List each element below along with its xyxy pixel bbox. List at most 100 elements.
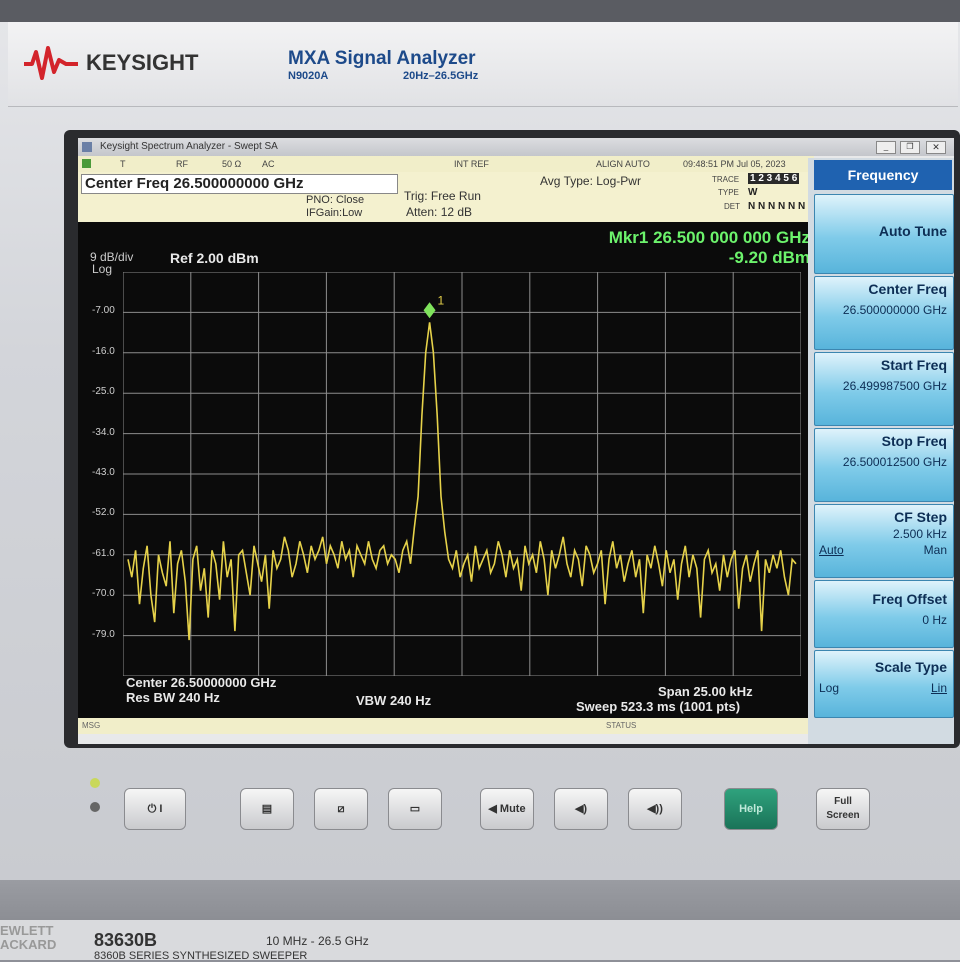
model-number: N9020A <box>288 70 329 82</box>
scale-type-log: Log <box>819 681 840 695</box>
marker-1-label: 1 <box>438 293 445 307</box>
ifgain-setting: IFGain:Low <box>306 207 363 219</box>
y-tick-label: -61.0 <box>92 547 115 559</box>
footer-center: Center 26.50000000 GHz <box>126 675 277 690</box>
scale-log: Log <box>92 262 113 276</box>
cf-step-man: Man <box>923 543 947 557</box>
minimize-button[interactable]: _ <box>876 141 896 154</box>
window-title: Keysight Spectrum Analyzer - Swept SA <box>100 141 278 152</box>
full-screen-button[interactable]: Full Screen <box>816 788 870 830</box>
y-tick-label: -7.00 <box>92 305 115 317</box>
marker-level: -9.20 dBm <box>728 248 810 267</box>
window-split-button[interactable]: ▤ <box>240 788 294 830</box>
det-label: DET <box>724 202 740 211</box>
detector-type: N N N N N N <box>748 201 806 212</box>
center-freq-value: 26.500000000 GHz <box>842 303 947 317</box>
trigger-setting: Trig: Free Run <box>404 189 481 203</box>
display-screen: Keysight Spectrum Analyzer - Swept SA _ … <box>78 138 954 744</box>
status-bar: MSG STATUS <box>78 718 814 734</box>
start-freq-label: Start Freq <box>880 357 947 373</box>
lower-brand: EWLETT ACKARD <box>0 923 57 952</box>
speaker-mute-icon: ◀ <box>488 803 497 815</box>
close-button[interactable]: ✕ <box>926 141 946 154</box>
keyboard-icon <box>82 159 91 168</box>
ribbon-datetime: 09:48:51 PM Jul 05, 2023 <box>683 159 786 169</box>
power-led <box>90 778 100 788</box>
trace-type: W <box>748 187 758 198</box>
footer-vbw: VBW 240 Hz <box>356 693 432 708</box>
atten-setting: Atten: 12 dB <box>406 205 473 219</box>
volume-up-button[interactable]: ◀)) <box>628 788 682 830</box>
ribbon-t: T <box>120 159 126 169</box>
scale-type-label: Scale Type <box>874 659 947 675</box>
scale-type-key[interactable]: Scale Type Log Lin <box>814 650 954 718</box>
cf-step-value: 2.500 kHz <box>892 527 947 541</box>
ribbon-intref: INT REF <box>454 159 489 169</box>
ribbon-impedance: 50 Ω <box>222 159 242 169</box>
help-button[interactable]: Help <box>724 788 778 830</box>
product-name: MXA Signal Analyzer <box>288 48 476 69</box>
top-edge <box>0 0 960 22</box>
y-tick-label: -52.0 <box>92 507 115 519</box>
scale-type-lin: Lin <box>930 681 947 695</box>
center-freq-label: Center Freq <box>868 281 947 297</box>
logo-strip: KEYSIGHT MXA Signal Analyzer N9020A 20Hz… <box>8 22 958 107</box>
keysight-logo-icon <box>24 46 78 80</box>
y-tick-label: -34.0 <box>92 426 115 438</box>
lower-model: 83630B <box>94 930 158 950</box>
brand-name: KEYSIGHT <box>86 50 199 75</box>
pno-setting: PNO: Close <box>306 194 365 206</box>
y-tick-label: -70.0 <box>92 588 115 600</box>
mute-button[interactable]: ◀ Mute <box>480 788 534 830</box>
y-tick-label: -16.0 <box>92 345 115 357</box>
softkey-menu: Frequency Auto Tune Center Freq 26.50000… <box>808 158 954 744</box>
reference-level: Ref 2.00 dBm <box>170 250 259 266</box>
auto-tune-key[interactable]: Auto Tune <box>814 194 954 274</box>
marker-frequency: Mkr1 26.500 000 000 GHz <box>608 228 810 247</box>
zoom-button[interactable]: ⧄ <box>314 788 368 830</box>
freq-offset-label: Freq Offset <box>872 591 947 607</box>
lower-instrument-panel: EWLETT ACKARD 83630B 10 MHz - 26.5 GHz 8… <box>0 920 960 962</box>
power-button[interactable]: ⏻ I <box>124 788 186 830</box>
freq-offset-key[interactable]: Freq Offset 0 Hz <box>814 580 954 648</box>
center-freq-entry[interactable]: Center Freq 26.500000000 GHz <box>81 174 398 194</box>
msg-label: MSG <box>82 721 101 730</box>
y-tick-label: -25.0 <box>92 386 115 398</box>
trace-label: TRACE <box>712 175 740 184</box>
y-tick-label: -43.0 <box>92 467 115 478</box>
ribbon-align: ALIGN AUTO <box>596 159 650 169</box>
window-titlebar: Keysight Spectrum Analyzer - Swept SA _ … <box>78 138 954 156</box>
marker-readout: Mkr1 26.500 000 000 GHz -9.20 dBm <box>609 228 810 268</box>
stop-freq-value: 26.500012500 GHz <box>842 455 947 469</box>
ribbon-rf: RF <box>176 159 188 169</box>
start-freq-value: 26.499987500 GHz <box>842 379 947 393</box>
cf-step-key[interactable]: CF Step 2.500 kHz Auto Man <box>814 504 954 578</box>
menu-title: Frequency <box>814 160 952 190</box>
next-window-button[interactable]: ▭ <box>388 788 442 830</box>
lower-range: 10 MHz - 26.5 GHz <box>266 934 369 948</box>
footer-span: Span 25.00 kHz <box>658 684 753 699</box>
trace-selector[interactable]: 1 2 3 4 5 6 <box>748 173 800 184</box>
restore-button[interactable]: ❐ <box>900 141 920 154</box>
start-freq-key[interactable]: Start Freq 26.499987500 GHz <box>814 352 954 426</box>
marker-1-icon[interactable] <box>423 302 436 319</box>
status-ribbon: T RF 50 Ω AC INT REF ALIGN AUTO 09:48:51… <box>78 156 814 172</box>
footer-sweep: Sweep 523.3 ms (1001 pts) <box>576 699 741 714</box>
cf-step-auto: Auto <box>819 543 844 557</box>
standby-led <box>90 802 100 812</box>
stop-freq-key[interactable]: Stop Freq 26.500012500 GHz <box>814 428 954 502</box>
freq-offset-value: 0 Hz <box>922 613 947 627</box>
mute-label: Mute <box>499 803 526 815</box>
app-icon <box>82 142 92 152</box>
ribbon-coupling: AC <box>262 159 275 169</box>
frequency-range: 20Hz–26.5GHz <box>403 70 479 82</box>
center-freq-key[interactable]: Center Freq 26.500000000 GHz <box>814 276 954 350</box>
type-label: TYPE <box>718 188 739 197</box>
volume-down-button[interactable]: ◀) <box>554 788 608 830</box>
auto-tune-label: Auto Tune <box>878 223 947 239</box>
stop-freq-label: Stop Freq <box>881 433 947 449</box>
spectrum-chart[interactable]: 1 <box>123 272 801 676</box>
y-tick-label: -79.0 <box>92 628 115 640</box>
lower-series: 8360B SERIES SYNTHESIZED SWEEPER <box>94 950 308 962</box>
avg-type: Avg Type: Log-Pwr <box>540 174 641 188</box>
